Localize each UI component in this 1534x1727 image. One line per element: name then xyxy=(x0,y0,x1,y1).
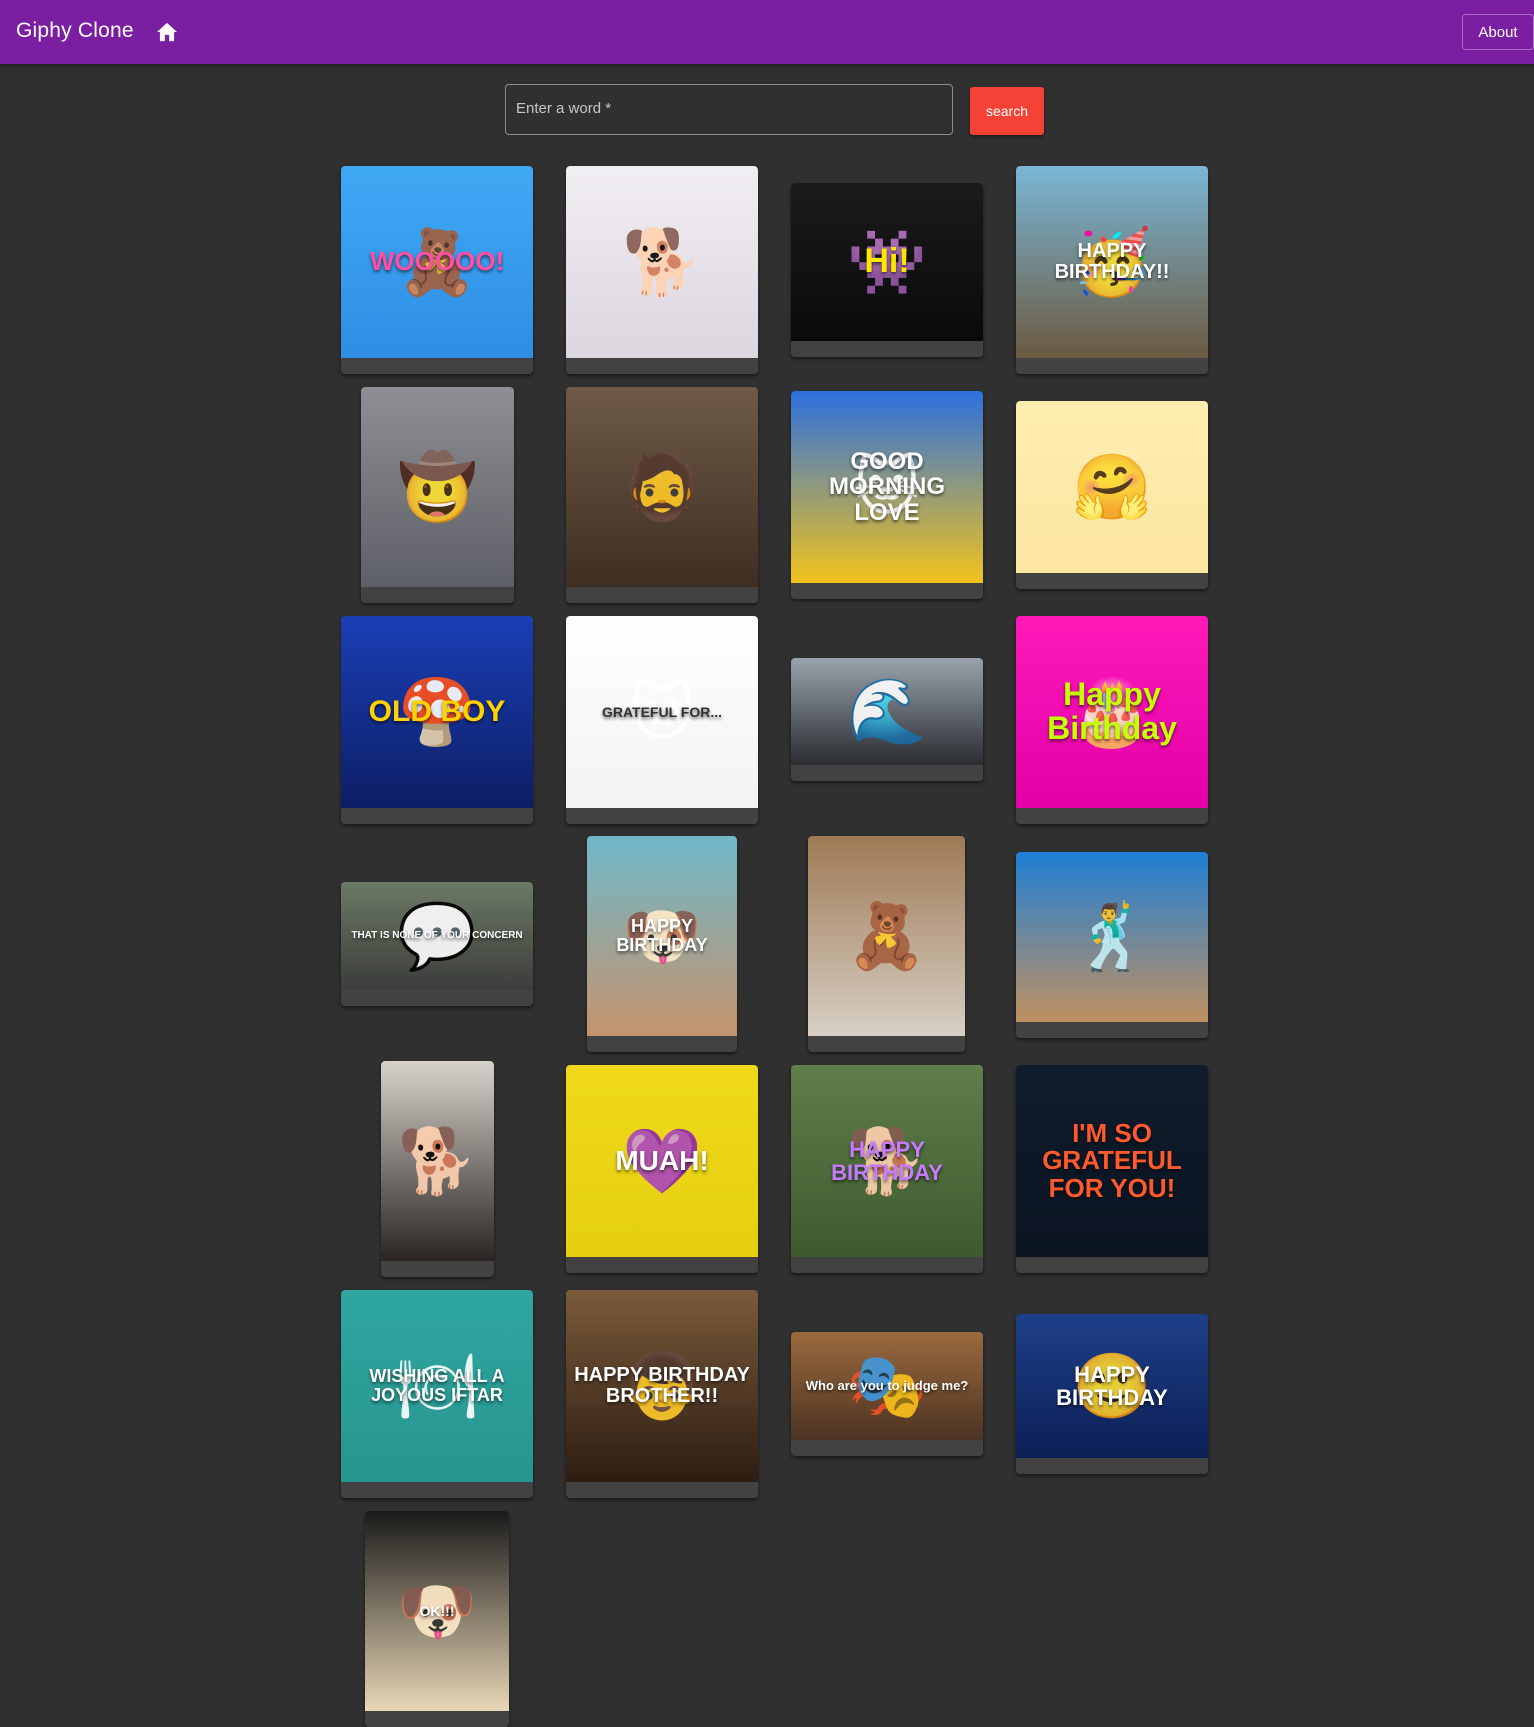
gif-card[interactable]: 🌊 xyxy=(791,658,983,781)
boat-sea-icon: 🌊 xyxy=(847,675,927,747)
gif-caption: I'M SO GRATEFUL FOR YOU! xyxy=(1042,1118,1182,1203)
gif-image[interactable]: 🐱 GOOD MORNING LOVE xyxy=(791,391,983,583)
gif-image[interactable]: 🤗 xyxy=(1016,401,1208,573)
gif-image[interactable]: 🐕 xyxy=(566,166,758,358)
shirtless-man-icon: 🕺 xyxy=(1072,900,1152,973)
gif-card[interactable]: 🧸 xyxy=(808,836,965,1052)
gif-caption: WOOOOO! xyxy=(369,246,505,277)
gif-card[interactable]: 🐕 xyxy=(566,166,758,374)
gif-card[interactable]: 🧔 xyxy=(566,387,758,603)
gif-image[interactable]: 🎭 Who are you to judge me? xyxy=(791,1332,983,1440)
gif-caption: GRATEFUL FOR... xyxy=(601,703,723,720)
gif-card[interactable]: 🕺 xyxy=(1016,852,1208,1038)
gif-card[interactable]: 🙂 HAPPY BIRTHDAY xyxy=(1016,1314,1208,1474)
gif-image[interactable]: 🧸 xyxy=(808,836,965,1036)
gif-card[interactable]: 🍄 OLD BOY xyxy=(341,616,533,824)
gif-caption: HAPPY BIRTHDAY xyxy=(616,916,708,955)
gif-card[interactable]: 🤠 xyxy=(361,387,514,603)
hug-icon: 🤗 xyxy=(1072,450,1152,523)
gif-card[interactable]: 👦 HAPPY BIRTHDAY BROTHER!! xyxy=(566,1290,758,1498)
gif-image[interactable]: 🧸 WOOOOO! xyxy=(341,166,533,358)
gif-image[interactable]: I'M SO GRATEFUL FOR YOU! xyxy=(1016,1065,1208,1257)
gif-card[interactable]: 💜 MUAH! xyxy=(566,1065,758,1273)
gif-card[interactable]: 👾 Hi! xyxy=(791,183,983,357)
gif-image[interactable]: 💬 THAT IS NONE OF YOUR CONCERN xyxy=(341,882,533,990)
gif-image[interactable]: 🎂 Happy Birthday xyxy=(1016,616,1208,808)
gif-caption: WISHING ALL A JOYOUS IFTAR xyxy=(369,1366,505,1405)
gif-card[interactable]: 💬 THAT IS NONE OF YOUR CONCERN xyxy=(341,882,533,1006)
gif-image[interactable]: 👾 Hi! xyxy=(791,183,983,341)
gif-card[interactable]: 🐕 HAPPY BIRTHDAY xyxy=(791,1065,983,1273)
gif-card[interactable]: 🎂 Happy Birthday xyxy=(1016,616,1208,824)
gif-card[interactable]: 🐶 HAPPY BIRTHDAY xyxy=(587,836,737,1052)
gif-caption: HAPPY BIRTHDAY xyxy=(831,1136,943,1185)
gif-caption: HAPPY BIRTHDAY!! xyxy=(1054,240,1170,283)
gif-card[interactable]: 🤗 xyxy=(1016,401,1208,589)
gif-card[interactable]: 🎭 Who are you to judge me? xyxy=(791,1332,983,1456)
gif-image[interactable]: 🧔 xyxy=(566,387,758,587)
gif-caption: OLD BOY xyxy=(368,695,506,729)
gif-card[interactable]: I'M SO GRATEFUL FOR YOU! xyxy=(1016,1065,1208,1273)
gif-caption: THAT IS NONE OF YOUR CONCERN xyxy=(351,929,523,941)
gif-caption: Who are you to judge me? xyxy=(805,1378,969,1394)
gif-card[interactable]: 🐱 GOOD MORNING LOVE xyxy=(791,391,983,599)
gif-image[interactable]: 🙂 HAPPY BIRTHDAY xyxy=(1016,1314,1208,1458)
puppy-icon: 🐕 xyxy=(397,1124,478,1197)
gif-image[interactable]: 💜 MUAH! xyxy=(566,1065,758,1257)
gif-caption: HAPPY BIRTHDAY xyxy=(1056,1361,1168,1410)
gif-image[interactable]: 🤠 xyxy=(361,387,514,587)
gif-caption: GOOD MORNING LOVE xyxy=(829,448,945,526)
gif-caption: MUAH! xyxy=(615,1145,709,1177)
gif-card[interactable]: 🥳 HAPPY BIRTHDAY!! xyxy=(1016,166,1208,374)
gif-image[interactable]: 🍄 OLD BOY xyxy=(341,616,533,808)
gif-card[interactable]: 🐕 xyxy=(381,1061,494,1277)
gif-image[interactable]: 🐱 GRATEFUL FOR... xyxy=(566,616,758,808)
gif-image[interactable]: 🍽 WISHING ALL A JOYOUS IFTAR xyxy=(341,1290,533,1482)
gif-caption: Happy Birthday xyxy=(1047,676,1177,746)
gif-card[interactable]: 🐱 GRATEFUL FOR... xyxy=(566,616,758,824)
gif-card[interactable]: 🐶 OK!!! xyxy=(365,1511,509,1727)
gif-grid: 🧸 WOOOOO! 🐕 👾 Hi! 🥳 HAPPY BIRTHDAY!! 🤠 🧔 🐱 GOOD MO… xyxy=(0,0,1534,1727)
gif-caption: HAPPY BIRTHDAY BROTHER!! xyxy=(574,1364,750,1407)
gif-image[interactable]: 🥳 HAPPY BIRTHDAY!! xyxy=(1016,166,1208,358)
gif-image[interactable]: 🕺 xyxy=(1016,852,1208,1022)
gif-image[interactable]: 🌊 xyxy=(791,658,983,765)
gif-caption: Hi! xyxy=(864,242,910,281)
gif-image[interactable]: 🐕 xyxy=(381,1061,494,1261)
gif-caption: OK!!! xyxy=(419,1602,455,1619)
gif-image[interactable]: 🐶 OK!!! xyxy=(365,1511,509,1711)
gif-card[interactable]: 🍽 WISHING ALL A JOYOUS IFTAR xyxy=(341,1290,533,1498)
bearded-man-icon: 🧔 xyxy=(622,450,702,523)
gif-image[interactable]: 🐶 HAPPY BIRTHDAY xyxy=(587,836,737,1036)
party-dog-icon: 🐕 xyxy=(622,225,702,298)
gif-image[interactable]: 👦 HAPPY BIRTHDAY BROTHER!! xyxy=(566,1290,758,1482)
teddy-bear-icon: 🧸 xyxy=(846,899,927,972)
dancing-cowboy-icon: 🤠 xyxy=(397,450,478,523)
gif-card[interactable]: 🧸 WOOOOO! xyxy=(341,166,533,374)
gif-image[interactable]: 🐕 HAPPY BIRTHDAY xyxy=(791,1065,983,1257)
